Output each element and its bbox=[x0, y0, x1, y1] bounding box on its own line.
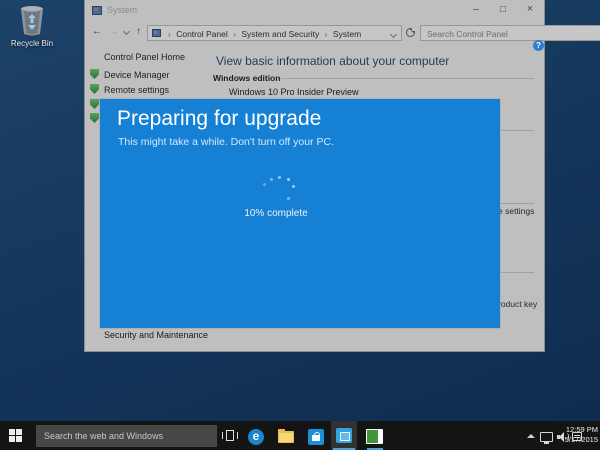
breadcrumb-separator: › bbox=[233, 29, 236, 39]
active-app-icon bbox=[336, 428, 352, 443]
file-explorer-icon[interactable] bbox=[278, 431, 294, 443]
taskbar: Search the web and Windows e 12:59 PM 5/… bbox=[0, 421, 600, 450]
photo-app-icon[interactable] bbox=[366, 429, 383, 444]
help-icon[interactable]: ? bbox=[533, 40, 544, 51]
shield-icon bbox=[90, 84, 99, 94]
breadcrumb-system-and-security[interactable]: System and Security bbox=[241, 29, 319, 39]
control-panel-icon bbox=[152, 29, 161, 37]
back-icon[interactable]: ← bbox=[92, 26, 102, 37]
shield-icon bbox=[90, 99, 99, 109]
change-settings-link-fragment[interactable]: e settings bbox=[498, 206, 534, 216]
change-product-key-link-fragment[interactable]: roduct key bbox=[498, 299, 537, 309]
task-view-icon[interactable] bbox=[222, 430, 238, 442]
navigation-bar: ← → ↑ › Control Panel › System and Secur… bbox=[85, 22, 544, 44]
taskbar-search-placeholder: Search the web and Windows bbox=[44, 431, 163, 441]
tray-clock[interactable]: 12:59 PM 5/17/2015 bbox=[552, 425, 598, 445]
breadcrumb-separator: › bbox=[325, 29, 328, 39]
shield-icon bbox=[90, 69, 99, 79]
system-app-icon bbox=[92, 6, 102, 15]
edge-browser-icon[interactable]: e bbox=[248, 429, 264, 445]
forward-icon[interactable]: → bbox=[109, 26, 119, 37]
section-divider bbox=[281, 78, 534, 79]
titlebar[interactable]: System – □ × bbox=[85, 0, 544, 22]
address-dropdown-chevron-icon[interactable] bbox=[390, 31, 397, 38]
active-app-button[interactable] bbox=[331, 421, 357, 450]
breadcrumb-separator: › bbox=[168, 29, 171, 39]
recycle-bin-label: Recycle Bin bbox=[4, 39, 60, 48]
sidebar-item-device-manager[interactable]: Device Manager bbox=[104, 70, 170, 80]
security-and-maintenance-link[interactable]: Security and Maintenance bbox=[104, 330, 208, 340]
desktop: Recycle Bin System – □ × ← → ↑ › Control… bbox=[0, 0, 600, 450]
tray-time: 12:59 PM bbox=[552, 425, 598, 435]
recycle-bin-icon bbox=[18, 5, 46, 37]
tray-expand-caret-icon[interactable] bbox=[527, 434, 535, 438]
shield-icon bbox=[90, 113, 99, 123]
window-title: System bbox=[107, 5, 137, 15]
up-icon[interactable]: ↑ bbox=[136, 26, 141, 37]
section-divider bbox=[501, 130, 534, 131]
section-divider bbox=[501, 272, 534, 273]
minimize-button[interactable]: – bbox=[468, 2, 484, 17]
windows-edition-value: Windows 10 Pro Insider Preview bbox=[229, 87, 359, 97]
recycle-bin-shortcut[interactable]: Recycle Bin bbox=[4, 5, 60, 48]
start-button[interactable] bbox=[9, 429, 22, 442]
recent-pages-chevron-icon[interactable] bbox=[123, 28, 130, 35]
upgrade-overlay: Preparing for upgrade This might take a … bbox=[100, 99, 500, 328]
breadcrumb: › Control Panel › System and Security › … bbox=[165, 29, 361, 39]
page-title: View basic information about your comput… bbox=[216, 54, 449, 68]
maximize-button[interactable]: □ bbox=[495, 2, 511, 17]
section-divider bbox=[501, 203, 534, 204]
close-button[interactable]: × bbox=[522, 2, 538, 17]
refresh-icon[interactable] bbox=[406, 28, 415, 37]
store-icon[interactable] bbox=[308, 429, 324, 445]
breadcrumb-control-panel[interactable]: Control Panel bbox=[176, 29, 228, 39]
windows-edition-section-title: Windows edition bbox=[213, 73, 280, 83]
address-bar[interactable]: › Control Panel › System and Security › … bbox=[147, 25, 402, 41]
sidebar-item-remote-settings[interactable]: Remote settings bbox=[104, 85, 169, 95]
sidebar-item-control-panel-home[interactable]: Control Panel Home bbox=[104, 52, 185, 62]
tray-date: 5/17/2015 bbox=[552, 435, 598, 445]
search-placeholder: Search Control Panel bbox=[427, 29, 508, 39]
breadcrumb-system[interactable]: System bbox=[333, 29, 361, 39]
control-panel-search-input[interactable]: Search Control Panel bbox=[420, 25, 600, 41]
taskbar-search-input[interactable]: Search the web and Windows bbox=[36, 425, 217, 447]
progress-percent-label: 10% complete bbox=[216, 208, 336, 219]
